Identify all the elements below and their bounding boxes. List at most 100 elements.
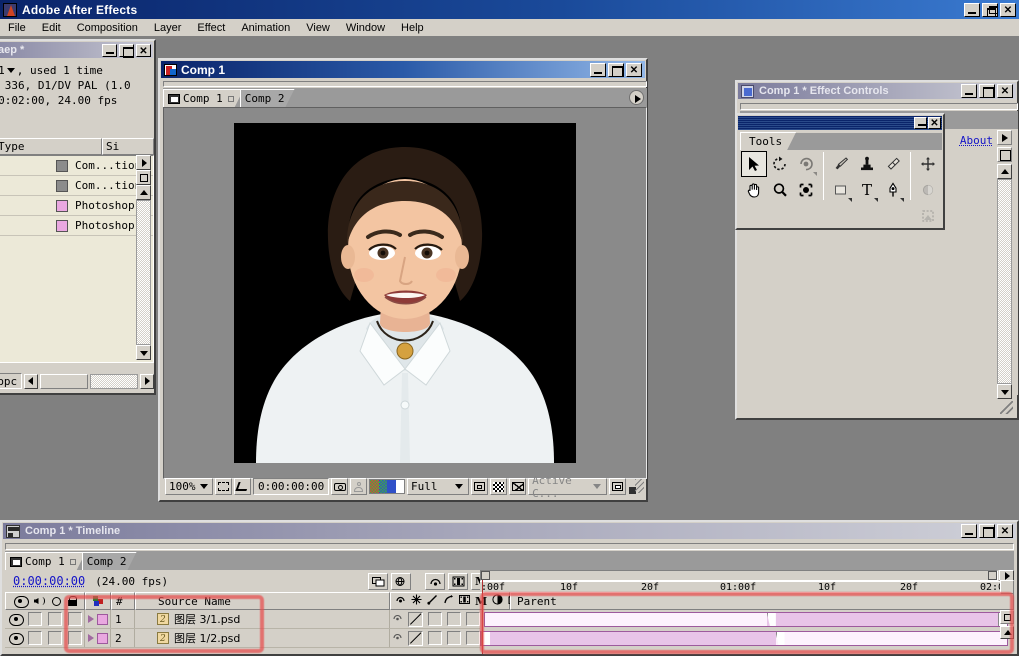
transparency-grid-icon[interactable] — [490, 478, 507, 495]
checkbox-icon[interactable] — [997, 147, 1012, 162]
layer-source-cell[interactable]: 2 图层 1/2.psd — [135, 629, 390, 647]
project-col-type[interactable]: Type — [0, 138, 102, 155]
draft-3d-icon[interactable] — [391, 573, 411, 590]
tools-minimize-button[interactable] — [914, 117, 927, 129]
project-hscroll-track[interactable] — [90, 374, 138, 389]
current-time-field[interactable]: 0:00:00:00 — [253, 478, 329, 495]
clone-stamp-tool-icon[interactable] — [854, 151, 880, 177]
tools-palette-title-bar[interactable]: ✕ — [738, 116, 942, 130]
motion-blur-toggle-checkbox[interactable] — [466, 612, 480, 626]
project-scroll-left-button[interactable] — [24, 374, 38, 389]
timeline-nav-bar[interactable] — [480, 570, 998, 581]
mask-icon[interactable] — [234, 478, 251, 495]
composition-title-bar[interactable]: Comp 1 ✕ — [161, 61, 645, 78]
frame-blend-icon[interactable] — [448, 573, 468, 590]
project-col-size[interactable]: Si — [102, 138, 154, 155]
timeline-minimize-button[interactable] — [961, 524, 977, 538]
shape-tool-icon[interactable] — [828, 177, 854, 203]
menu-help[interactable]: Help — [393, 21, 432, 35]
effect-controls-title-bar[interactable]: Comp 1 * Effect Controls ✕ — [738, 83, 1016, 99]
fx-scrollbar-track[interactable] — [997, 179, 1012, 384]
live-update-icon[interactable] — [368, 573, 388, 590]
lock-toggle-checkbox[interactable] — [68, 631, 82, 645]
timeline-scroll-up-button[interactable] — [1000, 610, 1014, 624]
tab-comp-2[interactable]: Comp 2 — [240, 89, 295, 107]
timeline-vscroll-up-button[interactable] — [1000, 626, 1014, 639]
project-list-item[interactable]: 2.psd Photoshop — [0, 196, 153, 216]
menu-window[interactable]: Window — [338, 21, 393, 35]
fx-close-button[interactable]: ✕ — [997, 84, 1013, 98]
chevron-right-icon[interactable] — [88, 634, 94, 642]
views-icon[interactable] — [609, 478, 626, 495]
fx-scroll-down-button[interactable] — [997, 384, 1012, 399]
resize-grip-icon[interactable] — [628, 478, 645, 495]
project-scroll-up-button[interactable] — [136, 185, 151, 200]
pan-behind-tool-icon[interactable] — [793, 177, 819, 203]
fx-minimize-button[interactable] — [961, 84, 977, 98]
person-icon[interactable] — [350, 478, 367, 495]
composition-viewer[interactable] — [163, 107, 647, 479]
project-maximize-button[interactable] — [119, 44, 134, 57]
menu-animation[interactable]: Animation — [233, 21, 298, 35]
app-restore-button[interactable] — [982, 3, 998, 17]
solo-toggle-checkbox[interactable] — [48, 631, 62, 645]
timeline-close-button[interactable]: ✕ — [997, 524, 1013, 538]
about-link[interactable]: About — [960, 134, 993, 147]
shy-toggle-icon[interactable] — [392, 612, 403, 626]
tab-comp-1[interactable]: Comp 1 — [163, 89, 244, 107]
frame-blend-toggle-checkbox[interactable] — [447, 631, 461, 645]
effects-toggle-checkbox[interactable] — [428, 612, 442, 626]
timeline-comp-marker-button[interactable] — [1000, 580, 1014, 594]
timeline-tab-comp-1[interactable]: Comp 1 — [5, 552, 86, 570]
project-list-item[interactable]: Com...tion — [0, 156, 153, 176]
chevron-down-icon[interactable] — [7, 68, 15, 73]
layer-1-duration-bar[interactable] — [484, 612, 1008, 627]
puppet-tool-icon[interactable] — [915, 203, 941, 229]
parent-header[interactable]: Parent — [510, 592, 1014, 610]
project-item-list[interactable]: Com...tion Com...tion 2.psd Photoshop 1.… — [0, 155, 154, 363]
timeline-maximize-button[interactable] — [979, 524, 995, 538]
zoom-tool-icon[interactable] — [767, 177, 793, 203]
title-safe-icon[interactable] — [471, 478, 488, 495]
menu-effect[interactable]: Effect — [189, 21, 233, 35]
tools-close-button[interactable]: ✕ — [928, 117, 941, 129]
menu-view[interactable]: View — [298, 21, 338, 35]
timeline-track-area[interactable] — [480, 610, 1014, 654]
timeline-current-time[interactable]: 0:00:00:00 — [13, 574, 85, 588]
menu-file[interactable]: File — [0, 21, 34, 35]
lock-icon[interactable] — [68, 596, 77, 606]
project-scrollbar-track[interactable] — [136, 200, 151, 345]
comp-minimize-button[interactable] — [590, 63, 606, 77]
panel-menu-icon[interactable] — [629, 90, 644, 105]
eye-icon[interactable] — [9, 614, 22, 624]
motion-blur-toggle-checkbox[interactable] — [466, 631, 480, 645]
tab-comp-1-lock-square[interactable] — [228, 96, 234, 102]
orbit-camera-tool-icon[interactable] — [793, 151, 819, 177]
project-hscroll-thumb[interactable] — [40, 374, 88, 389]
app-close-button[interactable]: ✕ — [1000, 3, 1016, 17]
fx-scroll-up-button[interactable] — [997, 164, 1012, 179]
audio-toggle-checkbox[interactable] — [28, 631, 42, 645]
mask-feather-tool-icon[interactable] — [915, 177, 941, 203]
composition-canvas[interactable] — [234, 123, 576, 463]
effects-toggle-checkbox[interactable] — [428, 631, 442, 645]
brush-tool-icon[interactable] — [828, 151, 854, 177]
timeline-tab-comp-2[interactable]: Comp 2 — [82, 552, 137, 570]
resolution-select[interactable]: Full — [407, 478, 469, 495]
project-scroll-right-button[interactable] — [140, 374, 154, 389]
tab-tools[interactable]: Tools — [740, 132, 796, 150]
collapse-icon[interactable] — [492, 594, 503, 608]
layer-source-cell[interactable]: 2 图层 3/1.psd — [135, 610, 390, 628]
text-tool-icon[interactable]: T — [854, 177, 880, 203]
camera-icon[interactable] — [331, 478, 348, 495]
layer-label-swatch[interactable] — [97, 614, 108, 625]
panel-menu-icon[interactable] — [997, 130, 1012, 145]
layer-label-swatch[interactable] — [97, 633, 108, 644]
label-color-header[interactable] — [85, 592, 111, 610]
project-list-item[interactable]: Com...tion — [0, 176, 153, 196]
view-layout-select[interactable]: Active C... — [528, 478, 607, 495]
project-close-button[interactable]: ✕ — [136, 44, 151, 57]
pen-tool-icon[interactable] — [880, 177, 906, 203]
layer-2-duration-bar[interactable] — [480, 631, 1008, 646]
shy-toggle-icon[interactable] — [392, 631, 403, 645]
